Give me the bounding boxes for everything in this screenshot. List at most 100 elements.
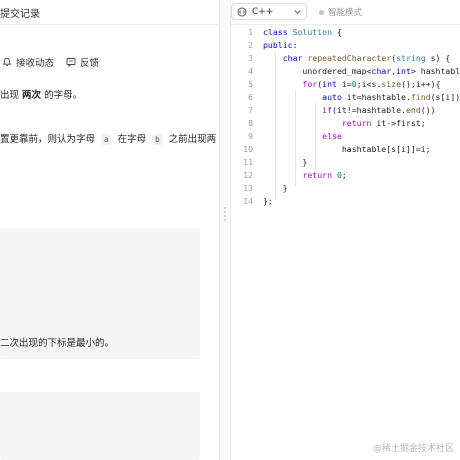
code-token: return <box>341 118 372 128</box>
code-text: else <box>263 130 342 143</box>
line-number: 13 <box>243 183 253 193</box>
code-line[interactable]: 5 for(int i=0;i<s.size();i++){ <box>231 78 460 91</box>
code-line[interactable]: 10 hashtable[s[i]]=i; <box>231 143 460 156</box>
example-block-1: 二次出现的下标是最小的。 <box>0 228 200 359</box>
desc-text: 出现 <box>0 90 23 101</box>
code-token: { <box>332 27 342 37</box>
code-token: auto <box>322 92 342 102</box>
code-text: }; <box>263 195 273 208</box>
code-line[interactable]: 2 public: <box>231 39 460 52</box>
code-token: it=hashtable. <box>341 92 411 102</box>
code-editor[interactable]: 1 class Solution {2 public: 3 char repeated… <box>231 24 460 460</box>
problem-panel: 提交记录 接收动态 反馈 出现 两次 的字母。 置更靠前，则认为字母 a 在字母… <box>0 0 219 460</box>
code-token: int <box>396 66 411 76</box>
smart-mode-label: 智能模式 <box>328 8 363 18</box>
desc-text: 的字母。 <box>41 90 83 101</box>
bell-icon <box>2 57 12 67</box>
code-token: size <box>381 79 402 89</box>
code-token: } <box>263 183 288 193</box>
code-line[interactable]: 4 unordered_map<char,int> hashtable; <box>231 65 460 78</box>
code-token: repeatedCharacter <box>307 53 392 63</box>
inline-code-b: b <box>152 134 163 145</box>
code-token: else <box>322 131 342 141</box>
line-number: 5 <box>248 79 253 89</box>
code-text: public: <box>263 39 298 52</box>
code-line[interactable]: 8 return it->first; <box>231 117 460 130</box>
code-token: }; <box>263 196 273 206</box>
code-token: char <box>282 53 303 63</box>
line-number: 12 <box>243 170 253 180</box>
code-icon <box>237 7 247 16</box>
code-token: end <box>405 105 421 115</box>
code-text: auto it=hashtable.find(s[i]); <box>263 91 460 104</box>
problem-tabs-bar: 提交记录 <box>0 0 219 25</box>
desc-text: 在字母 <box>114 134 150 145</box>
subscribe-button[interactable]: 接收动态 <box>2 55 54 69</box>
line-number: 8 <box>248 118 253 128</box>
code-text: for(int i=0;i<s.size();i++){ <box>263 78 440 91</box>
code-token: class <box>263 27 293 37</box>
editor-toolbar: C++ 智能模式 <box>231 0 460 25</box>
code-text: unordered_map<char,int> hashtable; <box>263 65 460 78</box>
line-number: 1 <box>248 27 253 37</box>
language-select[interactable]: C++ <box>231 3 307 20</box>
code-token: for <box>302 79 318 89</box>
smart-mode-toggle[interactable]: 智能模式 <box>319 6 362 18</box>
code-text: char repeatedCharacter(string s) { <box>263 52 451 65</box>
feedback-icon <box>66 58 76 67</box>
code-text: return it->first; <box>263 117 426 130</box>
code-text: if(it!=hashtable.end()) <box>263 104 435 117</box>
feedback-button[interactable]: 反馈 <box>66 55 99 69</box>
code-line[interactable]: 1 class Solution { <box>231 26 460 39</box>
example-text: 二次出现的下标是最小的。 <box>0 338 115 349</box>
code-text: } <box>263 156 307 169</box>
subscribe-label: 接收动态 <box>16 58 55 69</box>
code-token: return <box>302 170 333 180</box>
line-number: 2 <box>248 40 253 50</box>
code-token: (s[i]); <box>430 92 460 102</box>
description-line-2: 置更靠前，则认为字母 a 在字母 b 之前出现两 <box>0 133 216 147</box>
example-block-2 <box>0 392 200 460</box>
inline-code-a: a <box>101 134 112 145</box>
tab-submissions[interactable]: 提交记录 <box>0 5 40 20</box>
line-number: 4 <box>248 66 253 76</box>
drag-handle-icon <box>224 205 227 223</box>
chevron-down-icon <box>294 10 301 15</box>
code-line[interactable]: 6 auto it=hashtable.find(s[i]); <box>231 91 460 104</box>
code-token: if <box>322 105 333 115</box>
code-text: } <box>263 182 288 195</box>
code-token: > hashtable; <box>410 66 460 76</box>
code-token: s) { <box>425 53 451 63</box>
code-line[interactable]: 13 } <box>231 182 460 195</box>
line-number: 11 <box>243 157 253 167</box>
code-line[interactable]: 3 char repeatedCharacter(string s) { <box>231 52 460 65</box>
code-line[interactable]: 7 if(it!=hashtable.end()) <box>231 104 460 117</box>
code-token: ;i<s. <box>356 79 382 89</box>
code-token: public: <box>263 40 298 50</box>
code-token: int <box>322 79 337 89</box>
description-line-1: 出现 两次 的字母。 <box>0 89 82 103</box>
watermark: @稀土掘金技术社区 <box>372 444 454 454</box>
code-editor-panel: C++ 智能模式 1 class Solution {2 public: 3 char… <box>231 0 460 460</box>
line-number: 6 <box>248 92 253 102</box>
line-number: 7 <box>248 105 253 115</box>
code-token: find <box>410 92 431 102</box>
code-line[interactable]: 11 } <box>231 156 460 169</box>
code-token: it->first; <box>371 118 426 128</box>
language-label: C++ <box>252 6 274 17</box>
code-line[interactable]: 12 return 0; <box>231 169 460 182</box>
split-resizer[interactable] <box>219 0 231 460</box>
code-token: (it!=hashtable. <box>332 105 406 115</box>
code-token: Solution <box>292 27 333 37</box>
line-number: 3 <box>248 53 253 63</box>
code-line[interactable]: 9 else <box>231 130 460 143</box>
desc-bold: 两次 <box>22 90 42 101</box>
code-line[interactable]: 14}; <box>231 195 460 208</box>
feedback-label: 反馈 <box>80 58 100 69</box>
